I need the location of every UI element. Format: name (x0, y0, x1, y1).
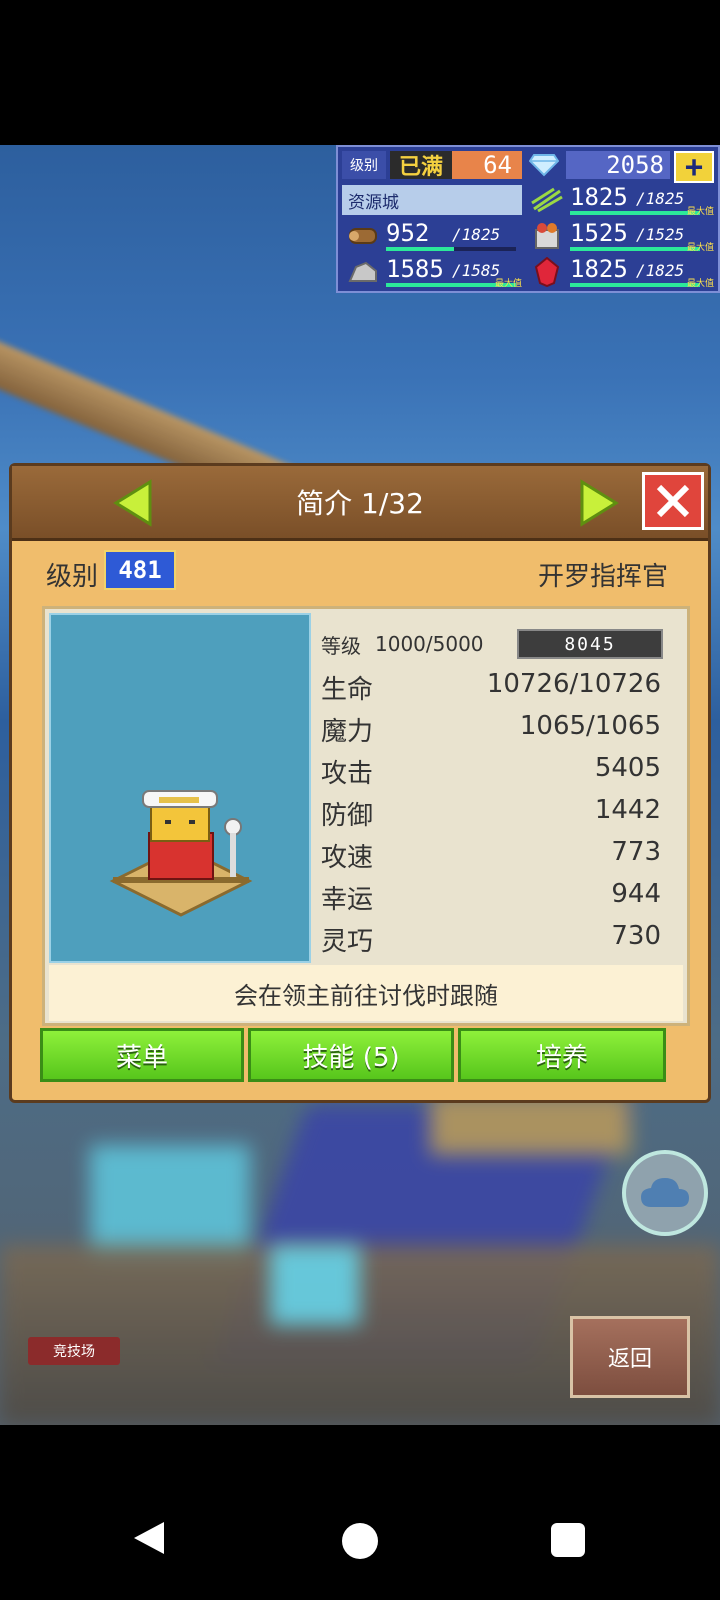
prev-arrow-icon[interactable] (110, 478, 158, 528)
grain-max: /1825 (636, 189, 685, 208)
gem-count: 2058 (566, 151, 670, 179)
hero-description: 会在领主前往讨伐时跟随 (49, 965, 683, 1021)
ore-icon (342, 255, 384, 289)
level-full-badge: 已满 (390, 151, 452, 180)
nav-recents-icon[interactable] (551, 1523, 585, 1557)
ruby-max: /1825 (636, 261, 685, 280)
stat-value: 10726/10726 (486, 669, 661, 699)
stat-row: 防御 1442 (321, 795, 661, 835)
stat-row: 灵巧 730 (321, 921, 661, 961)
resource-food: 1525 /1525 最大值 (526, 219, 718, 253)
hero-stats: 等级 1000/5000 8045 生命 10726/10726 魔力 1065… (321, 621, 677, 961)
stat-value: 730 (611, 921, 661, 951)
food-icon (526, 219, 568, 253)
stat-row: 魔力 1065/1065 (321, 711, 661, 751)
stat-label: 防御 (321, 801, 374, 831)
background-blur (430, 1095, 630, 1155)
stat-label: 攻速 (321, 843, 374, 873)
level-value: 64 (452, 151, 522, 179)
hero-name: 开罗指挥官 (537, 562, 668, 592)
cloud-icon (641, 1178, 689, 1207)
wood-icon (342, 219, 384, 253)
grain-cap: 最大值 (686, 207, 714, 217)
resource-wood: 952 /1825 (342, 219, 526, 253)
grain-bar (570, 211, 700, 215)
exp-bar: 8045 (517, 629, 663, 659)
resource-grain: 1825 /1825 最大值 (526, 183, 718, 217)
ore-cap: 最大值 (494, 279, 522, 289)
cloud-button[interactable] (622, 1150, 708, 1236)
stat-row: 生命 10726/10726 (321, 669, 661, 709)
exp-value: 1000/5000 (375, 632, 484, 656)
stat-label: 灵巧 (321, 927, 374, 957)
stat-value: 1442 (594, 795, 661, 825)
ruby-bar (570, 283, 700, 287)
stat-row: 攻速 773 (321, 837, 661, 877)
food-cap: 最大值 (686, 243, 714, 253)
stat-value: 944 (611, 879, 661, 909)
grain-value: 1825 (570, 183, 628, 211)
hero-level-badge: 481 (104, 550, 176, 590)
resource-ruby: 1825 /1825 最大值 (526, 255, 718, 289)
skills-button[interactable]: 技能 (5) (248, 1028, 454, 1082)
hero-level-label: 级别 (46, 562, 99, 592)
system-nav-bar (0, 1425, 720, 1600)
close-icon (656, 484, 690, 518)
nav-home-icon[interactable] (342, 1523, 378, 1559)
close-button[interactable] (642, 472, 704, 530)
ore-max: /1585 (452, 261, 501, 280)
stat-value: 5405 (594, 753, 661, 783)
stat-label: 幸运 (321, 885, 374, 915)
nav-back-icon[interactable] (132, 1520, 166, 1560)
dialog-header: 简介 1/32 (12, 466, 708, 541)
wood-bar (386, 247, 516, 251)
stat-value: 773 (611, 837, 661, 867)
stat-value: 1065/1065 (519, 711, 661, 741)
arena-tag[interactable]: 竞技场 (28, 1337, 120, 1365)
train-button[interactable]: 培养 (458, 1028, 666, 1082)
grain-icon (526, 183, 568, 217)
stat-label: 生命 (321, 675, 374, 705)
wood-value: 952 (386, 219, 430, 247)
ruby-value: 1825 (570, 255, 628, 283)
food-bar (570, 247, 700, 251)
next-arrow-icon[interactable] (574, 478, 622, 528)
exp-label: 等级 (321, 633, 361, 658)
hero-profile-dialog: 简介 1/32 级别 481 开罗指挥官 等级 1000/5000 8045 生… (9, 463, 711, 1103)
menu-button[interactable]: 菜单 (40, 1028, 244, 1082)
ore-value: 1585 (386, 255, 444, 283)
resource-status-panel: 级别 已满 64 2058 + 资源城 1825 /1825 最大值 952 /… (336, 145, 720, 293)
stat-row: 攻击 5405 (321, 753, 661, 793)
stat-label: 魔力 (321, 717, 374, 747)
stat-label: 攻击 (321, 759, 374, 789)
hero-portrait (49, 613, 311, 963)
wood-max: /1825 (452, 225, 501, 244)
city-name: 资源城 (342, 185, 522, 215)
gem-icon (526, 151, 562, 179)
level-label: 级别 (342, 151, 386, 179)
exp-row: 等级 1000/5000 8045 (321, 627, 677, 661)
ruby-icon (526, 255, 568, 289)
ruby-cap: 最大值 (686, 279, 714, 289)
back-button[interactable]: 返回 (570, 1316, 690, 1398)
food-value: 1525 (570, 219, 628, 247)
add-gems-button[interactable]: + (674, 150, 714, 185)
background-blur (270, 1245, 360, 1325)
hero-info-panel: 等级 1000/5000 8045 生命 10726/10726 魔力 1065… (42, 606, 690, 1026)
food-max: /1525 (636, 225, 685, 244)
resource-ore: 1585 /1585 最大值 (342, 255, 526, 289)
stat-row: 幸运 944 (321, 879, 661, 919)
